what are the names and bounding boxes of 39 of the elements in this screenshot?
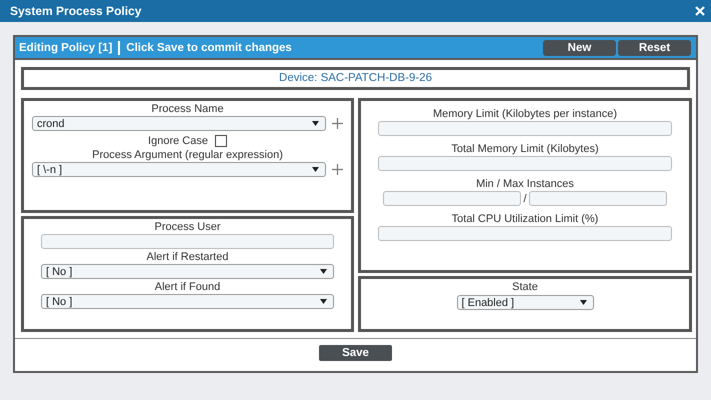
header-message: Click Save to commit changes: [126, 42, 292, 54]
plus-icon[interactable]: [332, 118, 343, 129]
header-button[interactable]: Reset: [618, 40, 691, 56]
dropdown[interactable]: crond: [32, 116, 326, 131]
dropdown-arrow-icon: [312, 121, 319, 126]
input-field[interactable]: [378, 226, 672, 241]
save-button[interactable]: Save: [319, 345, 392, 361]
input-field[interactable]: [378, 156, 672, 171]
header-button[interactable]: New: [543, 40, 616, 56]
dropdown-arrow-icon: [312, 167, 319, 172]
range-separator: /: [523, 192, 527, 204]
field-label: Memory Limit (Kilobytes per instance): [432, 108, 617, 121]
checkbox[interactable]: [214, 135, 227, 147]
field-label: Process User: [154, 221, 221, 234]
input-field[interactable]: [378, 121, 672, 136]
dropdown[interactable]: [ No ]: [41, 264, 334, 279]
dropdown-arrow-icon: [320, 299, 327, 304]
dropdown-arrow-icon: [320, 269, 327, 274]
device-label: Device: SAC-PATCH-DB-9-26: [21, 67, 690, 90]
close-icon[interactable]: [695, 6, 705, 16]
input-field[interactable]: [528, 191, 667, 206]
field-label: Process Argument (regular expression): [92, 149, 283, 162]
field-label: Process Name: [151, 103, 224, 116]
field-label: Total Memory Limit (Kilobytes): [451, 143, 599, 156]
plus-icon[interactable]: [332, 164, 343, 175]
field-label: Alert if Found: [154, 281, 220, 294]
input-field[interactable]: [383, 191, 522, 206]
panel-title: Editing Policy [1]: [19, 42, 112, 54]
dropdown[interactable]: [ No ]: [41, 294, 334, 309]
field-label: Min / Max Instances: [476, 178, 574, 191]
field-label: State: [512, 281, 538, 294]
window-title: System Process Policy: [10, 4, 142, 18]
input-field[interactable]: [41, 234, 334, 249]
dropdown[interactable]: [ Enabled ]: [456, 295, 594, 310]
dropdown-arrow-icon: [580, 300, 586, 305]
dropdown[interactable]: [ \-n ]: [32, 162, 326, 177]
checkbox-label: Ignore Case: [148, 135, 208, 147]
field-label: Alert if Restarted: [146, 251, 228, 264]
field-label: Total CPU Utilization Limit (%): [452, 213, 598, 226]
